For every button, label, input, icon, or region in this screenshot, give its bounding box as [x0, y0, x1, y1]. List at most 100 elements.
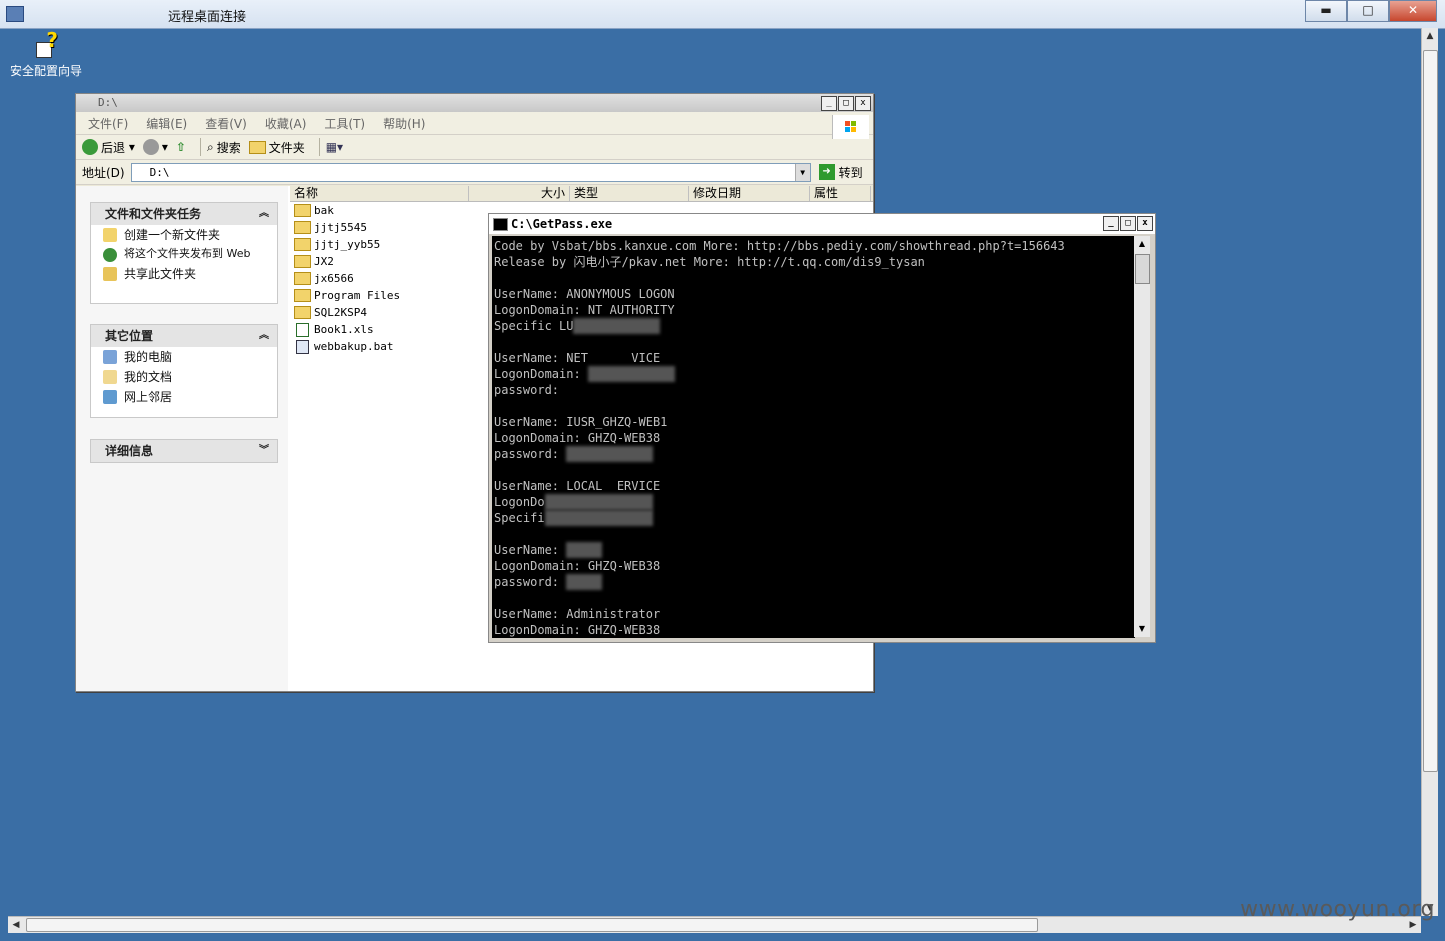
- menu-view[interactable]: 查看(V): [205, 115, 247, 132]
- folder-icon: [294, 221, 311, 234]
- task-share-folder[interactable]: 共享此文件夹: [91, 264, 277, 284]
- console-line-text: password:: [494, 575, 560, 589]
- new-folder-icon: [103, 228, 117, 242]
- address-input[interactable]: D:\ ▼: [130, 162, 811, 182]
- go-arrow-icon: ➜: [818, 164, 835, 180]
- scroll-up-icon[interactable]: ▲: [1422, 28, 1438, 44]
- column-name[interactable]: 名称: [290, 186, 469, 201]
- task-new-folder[interactable]: 创建一个新文件夹: [91, 225, 277, 245]
- forward-arrow-icon: [142, 139, 159, 155]
- console-output[interactable]: Code by Vsbat/bbs.kanxue.com More: http:…: [492, 236, 1135, 638]
- explorer-maximize-button[interactable]: □: [838, 96, 854, 111]
- explorer-title: D:\: [98, 96, 118, 109]
- console-icon: [493, 218, 508, 231]
- network-icon: [103, 390, 117, 404]
- console-line-text: UserName:: [494, 543, 560, 557]
- folder-icon: [294, 204, 311, 217]
- expand-icon[interactable]: ︾: [259, 440, 269, 462]
- folder-icon: [294, 306, 311, 319]
- console-title-bar: C:\GetPass.exe _ □ x: [489, 214, 1155, 234]
- menu-tools[interactable]: 工具(T): [324, 115, 365, 132]
- column-attributes[interactable]: 属性: [810, 186, 871, 201]
- redacted-block: xxxxx: [566, 542, 603, 558]
- column-type[interactable]: 类型: [570, 186, 689, 201]
- console-line-text: Specifi: [494, 511, 545, 525]
- scroll-down-icon[interactable]: ▼: [1134, 621, 1150, 637]
- file-name: SQL2KSP4: [314, 306, 367, 319]
- views-button[interactable]: ▦▾: [326, 140, 343, 154]
- scroll-left-icon[interactable]: ◀: [8, 917, 24, 933]
- forward-button[interactable]: ▾: [142, 139, 168, 155]
- console-minimize-button[interactable]: _: [1103, 216, 1119, 231]
- address-label: 地址(D): [82, 165, 125, 180]
- column-size[interactable]: 大小: [469, 186, 570, 201]
- file-name: Program Files: [314, 289, 401, 302]
- console-line: UserName: ANONYMOUS LOGON: [494, 287, 675, 301]
- scroll-up-icon[interactable]: ▲: [1134, 236, 1150, 252]
- other-places-header[interactable]: 其它位置 ︽: [91, 325, 277, 347]
- task-label: 将这个文件夹发布到 Web: [124, 247, 251, 260]
- console-scrollbar[interactable]: ▲ ▼: [1134, 236, 1150, 637]
- console-title: C:\GetPass.exe: [511, 217, 613, 231]
- rdp-vertical-scrollbar[interactable]: ▲ ▼: [1421, 28, 1438, 916]
- file-name: jjtj5545: [314, 221, 367, 234]
- menu-favorites[interactable]: 收藏(A): [265, 115, 307, 132]
- globe-icon: [103, 248, 117, 262]
- file-name: jjtj_yyb55: [314, 238, 381, 251]
- menu-edit[interactable]: 编辑(E): [146, 115, 187, 132]
- desktop-icon-label: 安全配置向导: [9, 64, 82, 78]
- up-arrow-icon: ⇧: [175, 140, 186, 154]
- up-folder-button[interactable]: ⇧: [176, 140, 186, 154]
- console-scroll-thumb[interactable]: [1135, 254, 1150, 284]
- go-button[interactable]: ➜ 转到: [818, 164, 863, 181]
- file-name: webbakup.bat: [314, 340, 394, 353]
- task-publish-web[interactable]: 将这个文件夹发布到 Web: [91, 245, 277, 264]
- redacted-block: xxxxxxxxxxxx: [587, 366, 675, 382]
- collapse-icon[interactable]: ︽: [259, 325, 269, 347]
- details-header[interactable]: 详细信息 ︾: [91, 440, 277, 462]
- close-button[interactable]: ✕: [1389, 0, 1437, 22]
- back-button[interactable]: 后退 ▾: [82, 139, 135, 156]
- search-icon: ⌕: [206, 139, 214, 154]
- go-label: 转到: [838, 165, 863, 180]
- search-button[interactable]: ⌕ 搜索: [207, 139, 241, 156]
- menu-file[interactable]: 文件(F): [88, 115, 128, 132]
- console-line: LogonDoxxxxxxxxxxxxxxx: [494, 494, 1135, 510]
- other-places-title: 其它位置: [105, 329, 154, 343]
- explorer-close-button[interactable]: x: [855, 96, 871, 111]
- task-label: 共享此文件夹: [124, 267, 197, 281]
- console-line: LogonDomain: GHZQ-WEB38: [494, 559, 661, 573]
- console-line-text: LogonDo: [494, 495, 545, 509]
- rdp-app-icon: [6, 6, 24, 22]
- collapse-icon[interactable]: ︽: [259, 203, 269, 225]
- other-places-panel: 其它位置 ︽ 我的电脑 我的文档 网上邻居: [90, 324, 278, 418]
- folders-button[interactable]: 文件夹: [248, 139, 305, 156]
- address-dropdown-icon[interactable]: ▼: [794, 163, 810, 181]
- rdp-hscroll-thumb[interactable]: [26, 918, 1038, 932]
- folder-icon: [294, 238, 311, 251]
- rdp-horizontal-scrollbar[interactable]: ◀ ▶: [8, 916, 1421, 933]
- minimize-button[interactable]: ▬: [1305, 0, 1347, 22]
- rdp-title-bar: 远程桌面连接 ▬ □ ✕: [0, 0, 1445, 29]
- computer-icon: [103, 350, 117, 364]
- console-maximize-button[interactable]: □: [1120, 216, 1136, 231]
- file-name: jx6566: [314, 272, 354, 285]
- menu-help[interactable]: 帮助(H): [383, 115, 425, 132]
- console-line: UserName: IUSR_GHZQ-WEB1: [494, 415, 668, 429]
- tasks-panel-header[interactable]: 文件和文件夹任务 ︽: [91, 203, 277, 225]
- place-my-documents[interactable]: 我的文档: [91, 367, 277, 387]
- place-label: 我的电脑: [124, 350, 173, 364]
- column-modified[interactable]: 修改日期: [689, 186, 810, 201]
- console-line: Code by Vsbat/bbs.kanxue.com More: http:…: [494, 239, 1065, 253]
- place-network[interactable]: 网上邻居: [91, 387, 277, 407]
- console-line-text: LogonDomain:: [494, 367, 581, 381]
- console-close-button[interactable]: x: [1137, 216, 1153, 231]
- rdp-vscroll-thumb[interactable]: [1423, 50, 1438, 772]
- explorer-minimize-button[interactable]: _: [821, 96, 837, 111]
- console-window: C:\GetPass.exe _ □ x Code by Vsbat/bbs.k…: [488, 213, 1156, 643]
- desktop-icon-security-wizard[interactable]: ? 安全配置向导: [8, 28, 84, 79]
- maximize-button[interactable]: □: [1347, 0, 1389, 22]
- console-line: password:: [494, 383, 560, 397]
- place-my-computer[interactable]: 我的电脑: [91, 347, 277, 367]
